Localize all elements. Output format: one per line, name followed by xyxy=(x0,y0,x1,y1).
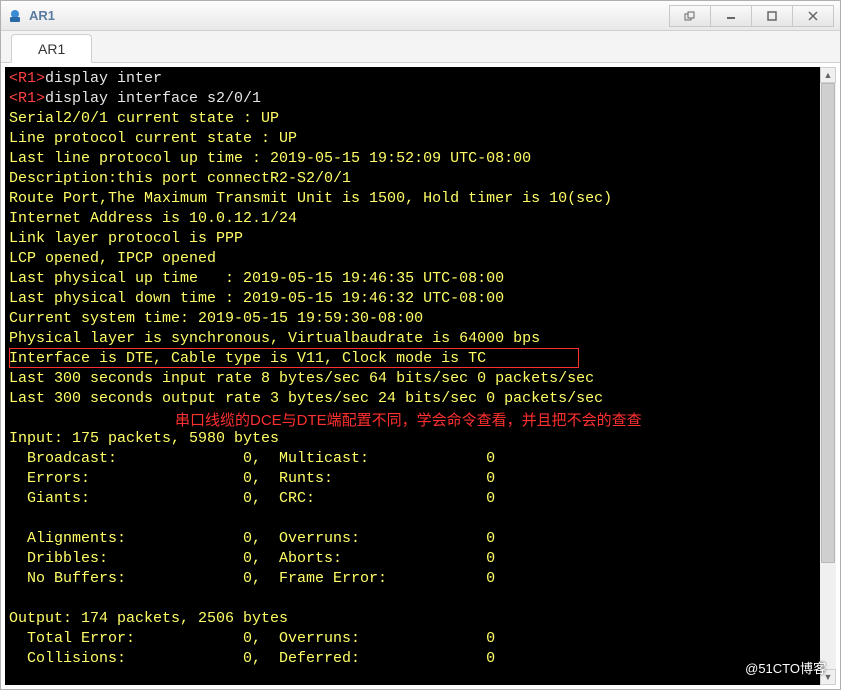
output-line: Alignments: 0, Overruns: 0 xyxy=(9,530,495,547)
output-line: Dribbles: 0, Aborts: 0 xyxy=(9,550,495,567)
prompt: <R1> xyxy=(9,90,45,107)
tab-ar1[interactable]: AR1 xyxy=(11,34,92,63)
output-line: Link layer protocol is PPP xyxy=(9,230,243,247)
output-line: Line protocol current state : UP xyxy=(9,130,297,147)
output-line: Route Port,The Maximum Transmit Unit is … xyxy=(9,190,612,207)
annotation-text: 串口线缆的DCE与DTE端配置不同，学会命令查看，并且把不会的查查 xyxy=(175,409,642,430)
output-line: Last physical up time : 2019-05-15 19:46… xyxy=(9,270,504,287)
terminal[interactable]: <R1>display inter <R1>display interface … xyxy=(5,67,836,685)
titlebar[interactable]: AR1 xyxy=(1,1,840,31)
output-line: Description:this port connectR2-S2/0/1 xyxy=(9,170,351,187)
output-line: Broadcast: 0, Multicast: 0 xyxy=(9,450,495,467)
command-text: display interface s2/0/1 xyxy=(45,90,261,107)
scroll-up-button[interactable]: ▲ xyxy=(820,67,836,83)
output-line: Current system time: 2019-05-15 19:59:30… xyxy=(9,310,423,327)
window-controls xyxy=(670,5,834,27)
close-button[interactable] xyxy=(792,5,834,27)
output-line: Collisions: 0, Deferred: 0 xyxy=(9,650,495,667)
vertical-scrollbar[interactable]: ▲ ▼ xyxy=(820,67,836,685)
output-line: Interface is DTE, Cable type is V11, Clo… xyxy=(9,350,486,367)
maximize-button[interactable] xyxy=(751,5,793,27)
prompt: <R1> xyxy=(9,70,45,87)
app-icon xyxy=(7,8,23,24)
extra-button[interactable] xyxy=(669,5,711,27)
window-title: AR1 xyxy=(29,8,670,23)
output-line: Output: 174 packets, 2506 bytes xyxy=(9,610,288,627)
output-line: Last 300 seconds output rate 3 bytes/sec… xyxy=(9,390,603,407)
terminal-output: <R1>display inter <R1>display interface … xyxy=(9,69,818,669)
output-line: Last physical down time : 2019-05-15 19:… xyxy=(9,290,504,307)
output-line: Physical layer is synchronous, Virtualba… xyxy=(9,330,540,347)
output-line: LCP opened, IPCP opened xyxy=(9,250,216,267)
tab-strip: AR1 xyxy=(1,31,840,63)
output-line: Last line protocol up time : 2019-05-15 … xyxy=(9,150,531,167)
app-window: AR1 AR1 <R1>display inter <R1>display in… xyxy=(0,0,841,690)
output-line: Serial2/0/1 current state : UP xyxy=(9,110,279,127)
output-line: Errors: 0, Runts: 0 xyxy=(9,470,495,487)
output-line: Total Error: 0, Overruns: 0 xyxy=(9,630,495,647)
output-line: No Buffers: 0, Frame Error: 0 xyxy=(9,570,495,587)
scrollbar-track[interactable] xyxy=(820,83,836,669)
command-text: display inter xyxy=(45,70,162,87)
scrollbar-thumb[interactable] xyxy=(821,83,835,563)
output-line: Internet Address is 10.0.12.1/24 xyxy=(9,210,297,227)
minimize-button[interactable] xyxy=(710,5,752,27)
output-line: Input: 175 packets, 5980 bytes xyxy=(9,430,279,447)
output-line: Giants: 0, CRC: 0 xyxy=(9,490,495,507)
output-line: Last 300 seconds input rate 8 bytes/sec … xyxy=(9,370,594,387)
terminal-container: <R1>display inter <R1>display interface … xyxy=(1,63,840,689)
watermark: @51CTO博客 xyxy=(745,658,826,677)
